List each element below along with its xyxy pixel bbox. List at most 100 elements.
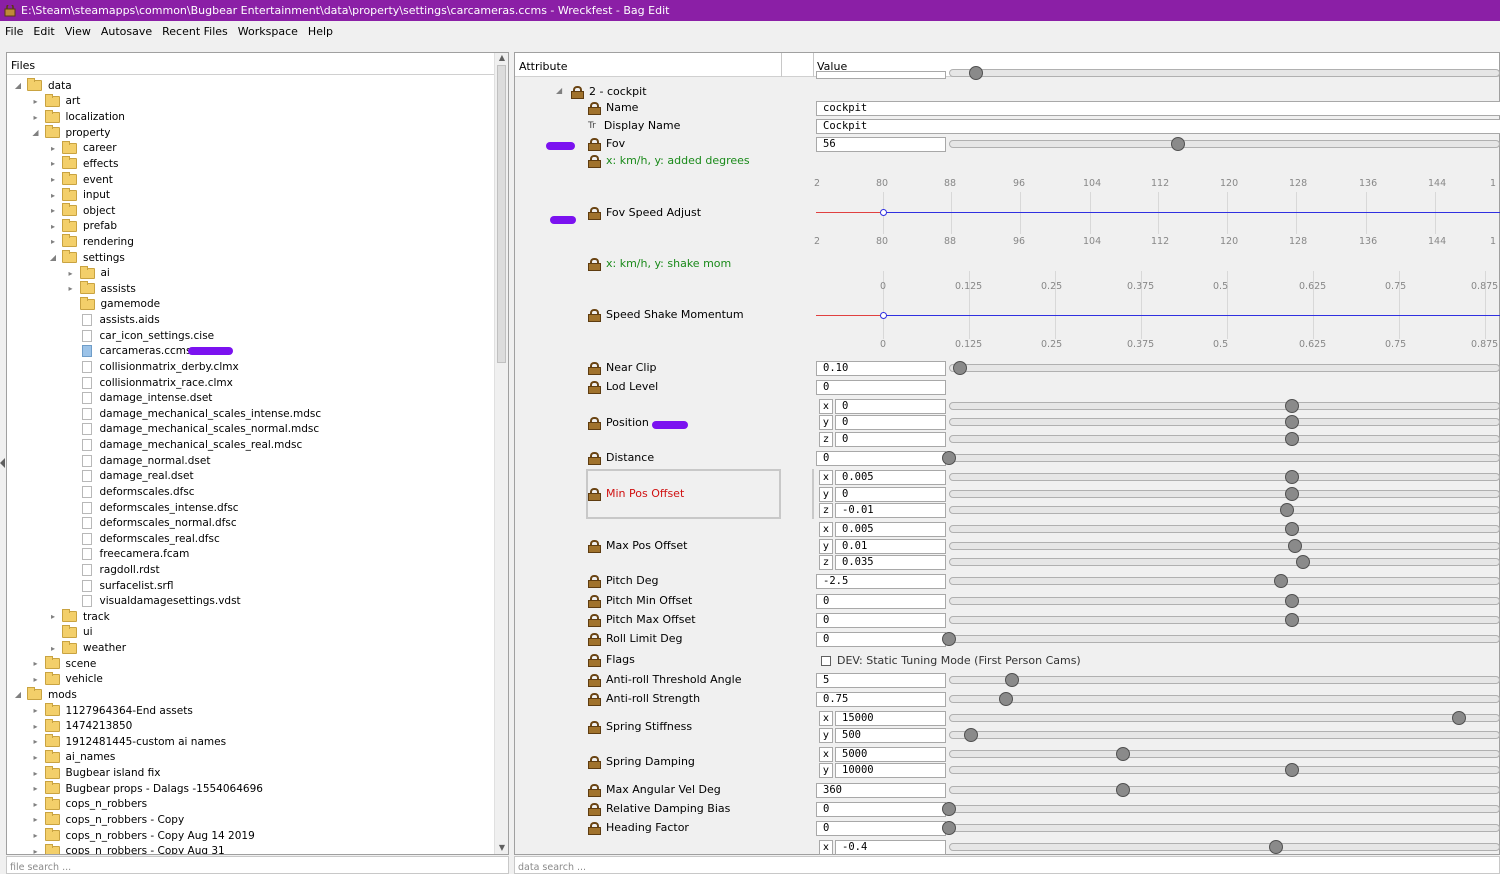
value-field[interactable]: 15000 bbox=[835, 711, 946, 726]
tree-folder-item[interactable]: ▸ weather bbox=[48, 640, 126, 656]
tree-file-item[interactable]: freecamera.fcam bbox=[66, 547, 189, 563]
slider-knob[interactable] bbox=[942, 451, 956, 465]
tree-folder-item[interactable]: ▸ rendering bbox=[48, 234, 134, 250]
slider-track[interactable] bbox=[949, 473, 1500, 481]
collapsed-arrow-icon[interactable]: ▸ bbox=[31, 800, 41, 809]
slider-track[interactable] bbox=[949, 731, 1500, 739]
slider-track[interactable] bbox=[949, 676, 1500, 684]
collapsed-arrow-icon[interactable]: ▸ bbox=[31, 659, 41, 668]
value-field[interactable]: 0 bbox=[835, 415, 946, 430]
value-field[interactable]: 0 bbox=[816, 451, 946, 466]
slider-track[interactable] bbox=[949, 616, 1500, 624]
tree-file-item[interactable]: damage_mechanical_scales_intense.mdsc bbox=[66, 406, 321, 422]
menu-workspace[interactable]: Workspace bbox=[233, 25, 303, 38]
value-field[interactable]: 0 bbox=[835, 432, 946, 447]
value-field[interactable]: -0.01 bbox=[835, 503, 946, 518]
value-field[interactable]: -2.5 bbox=[816, 574, 946, 589]
collapsed-arrow-icon[interactable]: ▸ bbox=[31, 737, 41, 746]
value-field[interactable]: 10000 bbox=[835, 763, 946, 778]
slider-track[interactable] bbox=[949, 695, 1500, 703]
slider-track[interactable] bbox=[949, 364, 1500, 372]
expanded-arrow-icon[interactable]: ◢ bbox=[31, 128, 41, 137]
slider-track[interactable] bbox=[949, 597, 1500, 605]
menu-view[interactable]: View bbox=[60, 25, 96, 38]
value-field[interactable]: Cockpit bbox=[816, 119, 1500, 134]
slider-track[interactable] bbox=[949, 843, 1500, 851]
slider-knob[interactable] bbox=[942, 632, 956, 646]
tree-folder-item[interactable]: ▸ 1912481445-custom ai names bbox=[31, 734, 226, 750]
tree-folder-item[interactable]: ui bbox=[48, 624, 93, 641]
node-label[interactable]: 2 - cockpit bbox=[571, 85, 647, 99]
slider-track[interactable] bbox=[949, 435, 1500, 443]
expanded-arrow-icon[interactable]: ◢ bbox=[48, 253, 58, 262]
value-field[interactable]: 0 bbox=[816, 821, 946, 836]
slider-knob[interactable] bbox=[963, 728, 978, 742]
collapsed-arrow-icon[interactable]: ▸ bbox=[31, 847, 41, 854]
tree-folder-item[interactable]: ▸ track bbox=[48, 609, 110, 625]
tree-folder-item[interactable]: ▸ cops_n_robbers - Copy Aug 14 2019 bbox=[31, 828, 255, 844]
collapsed-arrow-icon[interactable]: ▸ bbox=[31, 97, 41, 106]
collapsed-arrow-icon[interactable]: ▸ bbox=[31, 722, 41, 731]
menu-autosave[interactable]: Autosave bbox=[96, 25, 157, 38]
slider-track[interactable] bbox=[949, 418, 1500, 426]
tree-file-item[interactable]: ragdoll.rdst bbox=[66, 562, 160, 578]
tree-file-item[interactable]: damage_intense.dset bbox=[66, 390, 212, 406]
slider-knob[interactable] bbox=[942, 821, 956, 835]
slider-track[interactable] bbox=[949, 577, 1500, 585]
value-field[interactable]: 360 bbox=[816, 783, 946, 798]
menu-recent-files[interactable]: Recent Files bbox=[157, 25, 233, 38]
tree-folder-item[interactable]: ▸ scene bbox=[31, 656, 96, 672]
slider-track[interactable] bbox=[949, 542, 1500, 550]
collapsed-arrow-icon[interactable]: ▸ bbox=[66, 269, 76, 278]
value-field[interactable]: 0 bbox=[816, 632, 946, 647]
value-field[interactable]: 0 bbox=[816, 802, 946, 817]
slider-track[interactable] bbox=[949, 635, 1500, 643]
tree-folder-item[interactable]: ◢ mods bbox=[13, 687, 77, 703]
tree-folder-item[interactable]: ▸ cops_n_robbers - Copy Aug 31 bbox=[31, 843, 225, 854]
menu-help[interactable]: Help bbox=[303, 25, 338, 38]
slider-knob[interactable] bbox=[1451, 711, 1466, 725]
slider-track[interactable] bbox=[949, 402, 1500, 410]
collapsed-arrow-icon[interactable]: ▸ bbox=[31, 753, 41, 762]
collapsed-arrow-icon[interactable]: ▸ bbox=[48, 206, 58, 215]
value-field[interactable]: 0 bbox=[835, 487, 946, 502]
slider-knob[interactable] bbox=[952, 361, 967, 375]
tree-folder-item[interactable]: ▸ art bbox=[31, 93, 80, 110]
slider-track[interactable] bbox=[949, 714, 1500, 722]
tree-folder-item[interactable]: ◢ property bbox=[31, 125, 110, 141]
tree-folder-item[interactable]: ▸ localization bbox=[31, 109, 125, 125]
tree-folder-item[interactable]: ▸ effects bbox=[48, 156, 119, 172]
data-search-input[interactable]: data search ... bbox=[514, 856, 1500, 874]
value-field[interactable]: 0.10 bbox=[816, 361, 946, 376]
collapsed-arrow-icon[interactable]: ▸ bbox=[66, 284, 76, 293]
column-attribute[interactable]: Attribute bbox=[519, 60, 568, 73]
tree-folder-item[interactable]: ▸ 1474213850 bbox=[31, 718, 132, 734]
collapsed-arrow-icon[interactable]: ▸ bbox=[48, 644, 58, 653]
tree-file-item[interactable]: deformscales_real.dfsc bbox=[66, 531, 220, 547]
collapsed-arrow-icon[interactable]: ▸ bbox=[31, 769, 41, 778]
tree-folder-item[interactable]: gamemode bbox=[66, 296, 160, 313]
slider-knob[interactable] bbox=[1004, 673, 1019, 687]
files-scrollbar[interactable]: ▲ ▼ bbox=[494, 53, 508, 854]
collapsed-arrow-icon[interactable]: ▸ bbox=[48, 159, 58, 168]
collapsed-arrow-icon[interactable]: ▸ bbox=[48, 612, 58, 621]
tree-file-item[interactable]: damage_real.dset bbox=[66, 469, 194, 485]
tree-folder-item[interactable]: ▸ Bugbear island fix bbox=[31, 765, 160, 781]
collapsed-arrow-icon[interactable]: ▸ bbox=[31, 675, 41, 684]
tree-file-item[interactable]: deformscales_normal.dfsc bbox=[66, 515, 237, 531]
value-field[interactable]: 0.035 bbox=[835, 555, 946, 570]
tree-folder-item[interactable]: ▸ cops_n_robbers - Copy bbox=[31, 812, 184, 828]
expanded-arrow-icon[interactable]: ◢ bbox=[13, 81, 23, 90]
tree-folder-item[interactable]: ▸ ai_names bbox=[31, 749, 115, 766]
slider-knob[interactable] bbox=[1279, 503, 1294, 517]
slider-track[interactable] bbox=[949, 805, 1500, 813]
value-field[interactable]: 500 bbox=[835, 728, 946, 743]
value-field[interactable]: 56 bbox=[816, 137, 946, 152]
slider-track[interactable] bbox=[949, 786, 1500, 794]
scroll-down-icon[interactable]: ▼ bbox=[495, 843, 508, 854]
collapsed-arrow-icon[interactable]: ▸ bbox=[31, 815, 41, 824]
slider-track[interactable] bbox=[949, 824, 1500, 832]
tree-folder-item[interactable]: ▸ ai bbox=[66, 265, 110, 281]
flag-checkbox[interactable] bbox=[821, 655, 831, 666]
tree-folder-item[interactable]: ▸ prefab bbox=[48, 218, 117, 235]
